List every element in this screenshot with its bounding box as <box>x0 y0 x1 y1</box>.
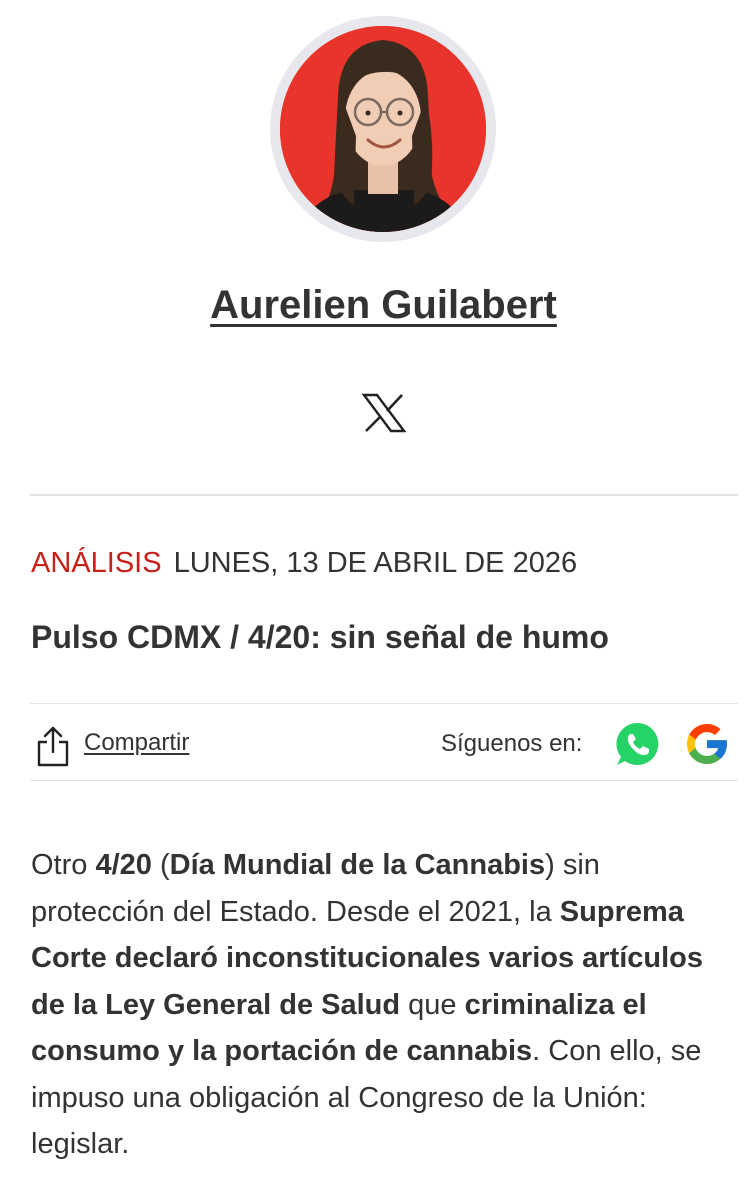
body-text-segment: Otro <box>31 849 96 881</box>
body-bold-segment: Día Mundial de la Cannabis <box>169 849 546 881</box>
author-avatar[interactable] <box>280 26 486 232</box>
share-button[interactable]: Compartir <box>84 729 189 757</box>
whatsapp-icon[interactable] <box>614 720 662 768</box>
toolbar-bottom-divider <box>30 780 738 781</box>
author-avatar-frame <box>270 16 496 242</box>
article-meta: ANÁLISIS LUNES, 13 DE ABRIL DE 2026 <box>31 547 577 580</box>
toolbar-top-divider <box>30 703 738 704</box>
body-text-segment: ( <box>151 849 170 881</box>
publish-date: LUNES, 13 DE ABRIL DE 2026 <box>173 547 578 579</box>
share-icon[interactable] <box>36 725 70 767</box>
google-icon[interactable] <box>683 720 731 768</box>
follow-label: Síguenos en: <box>441 730 583 757</box>
body-text-segment: que <box>400 988 465 1021</box>
article-title: Pulso CDMX / 4/20: sin señal de humo <box>31 619 609 655</box>
author-name-link[interactable]: Aurelien Guilabert <box>0 283 755 328</box>
x-logo-icon[interactable] <box>362 393 406 433</box>
author-photo <box>280 26 486 232</box>
article-body-paragraph: Otro 4/20 (Día Mundial de la Cannabis) s… <box>31 842 731 1168</box>
section-divider <box>30 494 738 496</box>
section-label[interactable]: ANÁLISIS <box>31 547 162 579</box>
body-bold-segment: 4/20 <box>95 849 152 881</box>
